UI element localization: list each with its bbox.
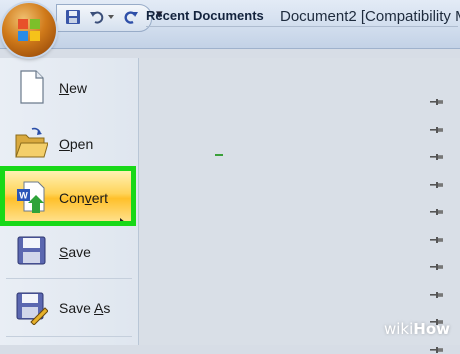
menu-separator <box>6 336 132 337</box>
pin-icon[interactable] <box>430 126 444 134</box>
pin-icon[interactable] <box>430 236 444 244</box>
quick-access-toolbar <box>56 4 152 32</box>
menu-separator <box>6 278 132 279</box>
recent-documents-header: Recent Documents <box>146 8 264 23</box>
menu-item-label: Open <box>59 136 94 152</box>
header-divider <box>146 26 458 27</box>
recent-documents-pane <box>139 58 460 345</box>
undo-icon[interactable] <box>89 9 105 25</box>
pin-icon[interactable] <box>430 181 444 189</box>
pin-icon[interactable] <box>430 263 444 271</box>
pin-icon[interactable] <box>430 291 444 299</box>
dropdown-icon[interactable] <box>107 13 115 21</box>
pin-icon[interactable] <box>430 153 444 161</box>
office-logo-icon <box>18 19 40 41</box>
menu-item-label: Save <box>59 244 91 260</box>
save-icon <box>17 236 46 265</box>
save-as-icon <box>16 292 48 325</box>
pin-icon[interactable] <box>430 346 444 354</box>
save-highlight-box <box>0 166 136 226</box>
redo-icon[interactable] <box>123 9 139 25</box>
watermark: wikiHow <box>384 320 450 338</box>
menu-item-label: New <box>59 80 88 96</box>
cursor-mark <box>215 154 223 156</box>
menu-item-open[interactable]: Open <box>0 116 138 170</box>
menu-item-label: Save As <box>59 300 111 316</box>
watermark-prefix: wiki <box>384 320 414 338</box>
open-folder-icon <box>15 127 48 158</box>
new-document-icon <box>20 70 44 104</box>
office-button[interactable] <box>2 3 56 57</box>
save-icon[interactable] <box>65 9 81 25</box>
menu-item-new[interactable]: New <box>0 60 138 114</box>
menu-item-save[interactable]: Save <box>0 224 138 278</box>
pin-icon[interactable] <box>430 98 444 106</box>
window-title: Document2 [Compatibility M <box>280 8 460 25</box>
menu-item-save-as[interactable]: Save As <box>0 280 138 334</box>
pin-icon[interactable] <box>430 208 444 216</box>
watermark-suffix: How <box>413 320 451 338</box>
